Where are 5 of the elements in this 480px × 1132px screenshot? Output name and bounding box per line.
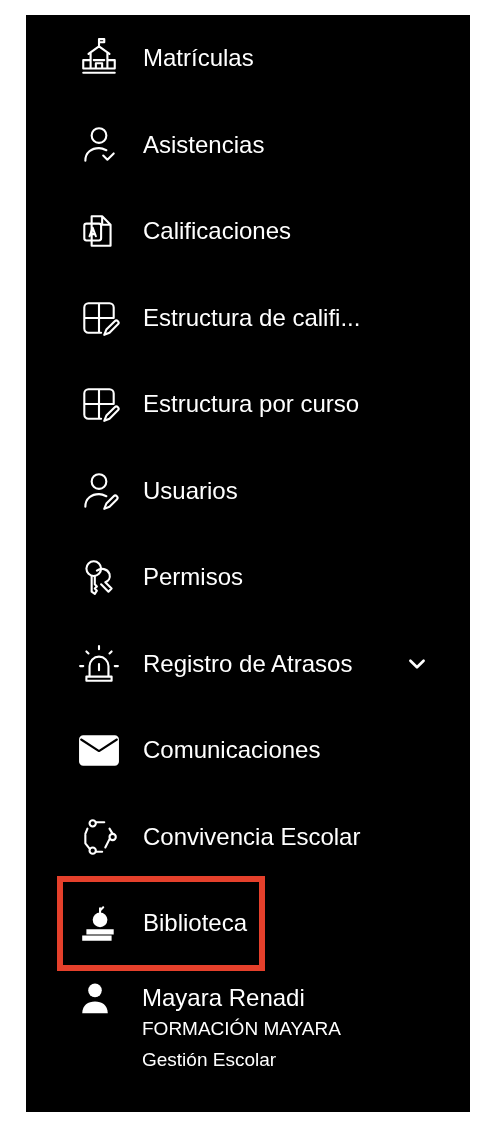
user-name: Mayara Renadi — [142, 982, 306, 1013]
organization-name: FORMACIÓN MAYARA — [142, 1016, 341, 1041]
siren-icon — [78, 642, 120, 685]
menu-item[interactable]: Biblioteca — [57, 875, 266, 971]
user-role: Gestión Escolar — [142, 1047, 278, 1072]
